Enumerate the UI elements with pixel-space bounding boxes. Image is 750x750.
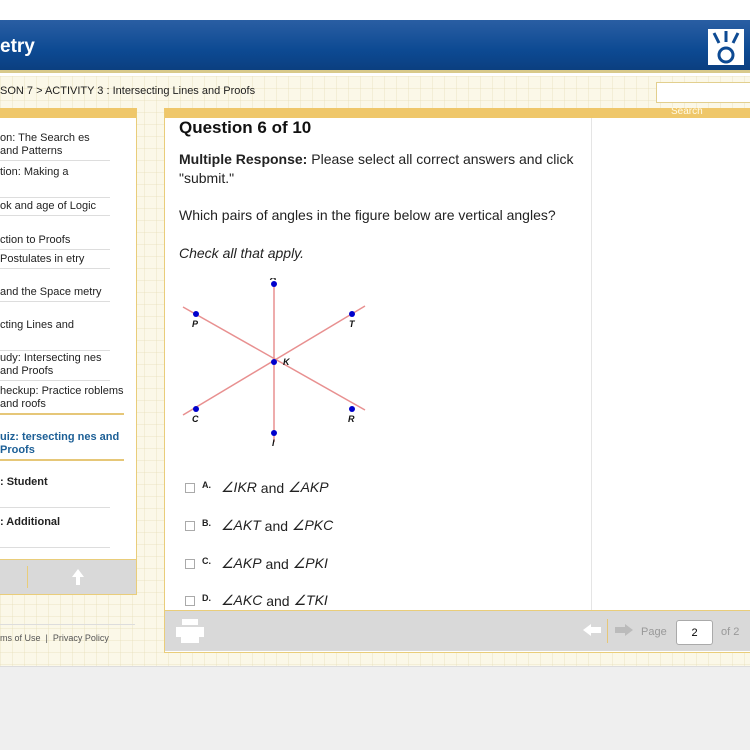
checkbox[interactable] bbox=[185, 558, 195, 569]
print-icon[interactable] bbox=[176, 619, 204, 643]
sidebar-item[interactable]: and the Space metry bbox=[0, 286, 110, 302]
point-I bbox=[271, 430, 277, 436]
pager-bar: Page of 2 bbox=[165, 610, 750, 651]
sidebar-item[interactable]: ction to Proofs bbox=[0, 234, 110, 250]
label-C: C bbox=[192, 414, 199, 424]
question-panel: Question 6 of 10 Multiple Response: Plea… bbox=[164, 108, 750, 653]
privacy-link[interactable]: Privacy Policy bbox=[53, 633, 109, 643]
option-c[interactable]: C. ∠AKP and ∠PKI bbox=[185, 555, 328, 572]
geometry-figure: A P T K C R I bbox=[182, 278, 366, 448]
footer-links: ms of Use | Privacy Policy bbox=[0, 624, 135, 643]
page-total: of 2 bbox=[721, 626, 740, 638]
sidebar-item[interactable]: heckup: Practice roblems and roofs bbox=[0, 385, 124, 415]
option-b[interactable]: B. ∠AKT and ∠PKC bbox=[185, 517, 333, 534]
next-page-icon[interactable] bbox=[615, 624, 633, 636]
option-a[interactable]: A. ∠IKR and ∠AKP bbox=[185, 479, 329, 496]
label-K: K bbox=[283, 357, 291, 367]
previous-page-icon[interactable] bbox=[583, 624, 601, 636]
search-label: Search bbox=[671, 106, 703, 117]
terms-link[interactable]: ms of Use bbox=[0, 633, 41, 643]
page-bottom bbox=[0, 666, 750, 750]
up-arrow-icon[interactable] bbox=[72, 569, 84, 585]
point-K bbox=[271, 359, 277, 365]
sidebar-footer bbox=[0, 559, 136, 594]
label-R: R bbox=[348, 414, 355, 424]
sidebar-item[interactable]: tion: Making a bbox=[0, 166, 110, 198]
point-C bbox=[193, 406, 199, 412]
sidebar-item[interactable]: udy: Intersecting nes and Proofs bbox=[0, 352, 110, 381]
sidebar-item[interactable]: on: The Search es and Patterns bbox=[0, 132, 110, 161]
option-d[interactable]: D. ∠AKC and ∠TKI bbox=[185, 592, 328, 609]
question-prompt: Which pairs of angles in the figure belo… bbox=[179, 207, 556, 223]
checkbox[interactable] bbox=[185, 595, 195, 606]
app-title: etry bbox=[0, 36, 35, 57]
label-A: A bbox=[269, 278, 277, 282]
question-instructions: Multiple Response: Please select all cor… bbox=[179, 150, 589, 188]
search-input[interactable] bbox=[656, 82, 750, 103]
sidebar: on: The Search es and Patterns tion: Mak… bbox=[0, 108, 137, 595]
point-T bbox=[349, 311, 355, 317]
divider bbox=[591, 118, 592, 610]
sidebar-item-current[interactable]: uiz: tersecting nes and Proofs bbox=[0, 431, 124, 461]
brand-logo bbox=[708, 29, 744, 65]
sidebar-item[interactable]: Postulates in etry bbox=[0, 253, 110, 269]
app-header: etry bbox=[0, 20, 750, 73]
point-P bbox=[193, 311, 199, 317]
question-number: Question 6 of 10 bbox=[179, 118, 312, 137]
sidebar-item[interactable]: : Student bbox=[0, 476, 110, 508]
checkbox[interactable] bbox=[185, 520, 195, 531]
question-type: Multiple Response: bbox=[179, 151, 308, 167]
check-all-hint: Check all that apply. bbox=[179, 245, 305, 261]
page-body: SON 7 > ACTIVITY 3 : Intersecting Lines … bbox=[0, 76, 750, 666]
sidebar-item[interactable]: cting Lines and bbox=[0, 319, 110, 351]
point-R bbox=[349, 406, 355, 412]
page-input[interactable] bbox=[676, 620, 713, 645]
page-label: Page bbox=[641, 626, 667, 638]
label-T: T bbox=[349, 319, 356, 329]
divider bbox=[27, 566, 28, 588]
breadcrumb: SON 7 > ACTIVITY 3 : Intersecting Lines … bbox=[0, 85, 256, 97]
divider bbox=[607, 619, 608, 643]
checkbox[interactable] bbox=[185, 482, 195, 493]
sidebar-item[interactable]: ok and age of Logic bbox=[0, 200, 110, 216]
sidebar-item[interactable]: : Additional bbox=[0, 516, 110, 548]
label-P: P bbox=[192, 319, 199, 329]
